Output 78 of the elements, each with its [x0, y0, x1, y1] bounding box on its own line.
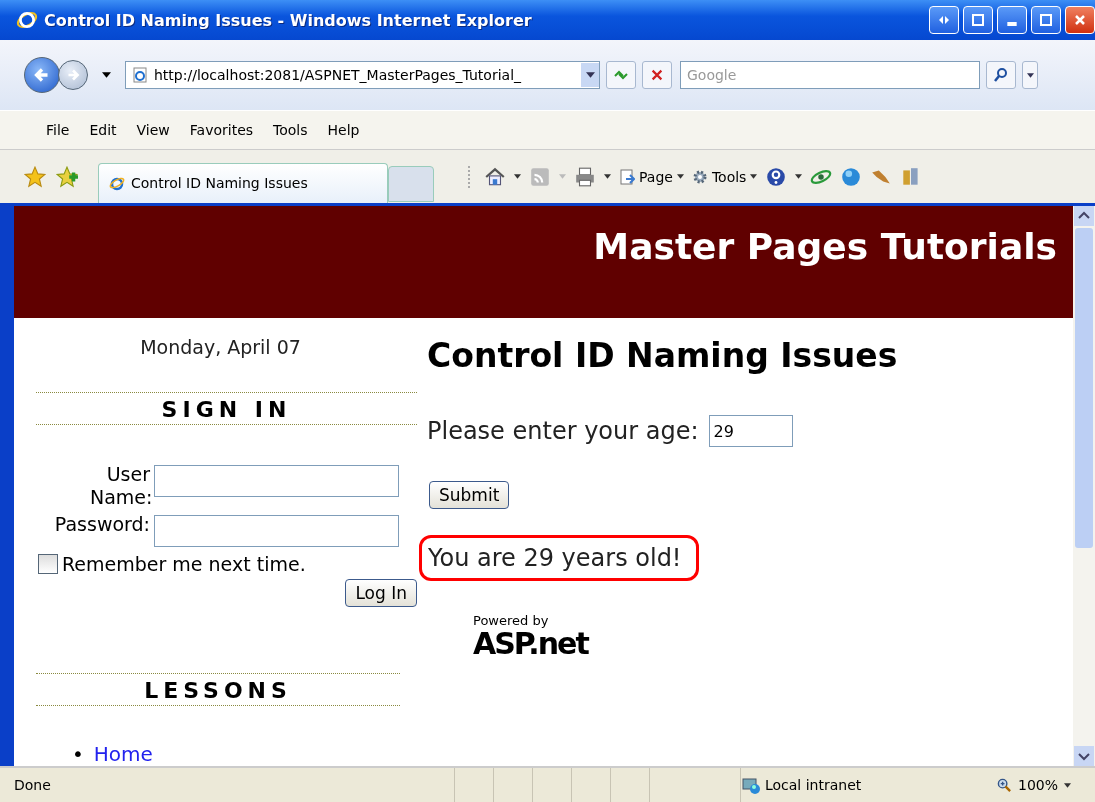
maximize-icon [1040, 14, 1052, 26]
field-label: Password: [53, 513, 150, 536]
home-icon[interactable] [484, 165, 506, 188]
close-icon [650, 68, 664, 82]
toolbar-menu-button[interactable]: Page [619, 168, 684, 185]
browser-logo-icon [16, 9, 38, 31]
restore-tabs-button[interactable] [929, 6, 959, 34]
minimize-icon [1007, 22, 1017, 26]
browser-logo-icon [109, 175, 125, 191]
section-heading: SIGN IN [161, 397, 292, 422]
checkbox-label: Remember me next time. [62, 553, 306, 575]
maximize-button[interactable] [1031, 6, 1061, 34]
caret-icon[interactable] [514, 174, 521, 179]
page-icon [619, 168, 635, 185]
lesson-link[interactable]: Home [93, 742, 153, 766]
aspnet-logo: ASP.net [473, 628, 588, 660]
remember-checkbox[interactable] [38, 554, 58, 574]
menu-item[interactable]: View [136, 122, 170, 138]
zoom-button[interactable]: 100% [990, 776, 1077, 794]
caret-icon [750, 174, 758, 179]
caret-icon [676, 174, 684, 179]
close-button[interactable] [1065, 6, 1095, 34]
site-title: Master Pages Tutorials [593, 226, 1057, 267]
menu-item[interactable]: Favorites [189, 122, 254, 138]
back-button[interactable] [24, 57, 60, 93]
caret-icon[interactable] [585, 72, 595, 78]
age-field[interactable]: 29 [708, 415, 793, 447]
caret-icon[interactable] [102, 72, 111, 78]
globe-icon[interactable] [840, 165, 863, 188]
submit-button[interactable]: Submit [429, 481, 510, 509]
search-options-button[interactable] [1022, 61, 1038, 89]
caret-icon[interactable] [604, 174, 611, 179]
password-field[interactable] [154, 515, 399, 547]
age-label: Please enter your age: [427, 417, 699, 445]
search-icon [993, 67, 1009, 83]
browser-tab[interactable]: Control ID Naming Issues [98, 162, 388, 203]
scroll-up-icon[interactable] [1074, 206, 1094, 226]
result-message: You are 29 years old! [419, 535, 699, 581]
help-icon[interactable] [765, 165, 788, 188]
minimize-button[interactable] [997, 6, 1027, 34]
close-icon [1074, 14, 1086, 26]
menu-item[interactable]: Tools [273, 122, 308, 138]
star-icon[interactable] [24, 165, 46, 188]
bullet: • [72, 742, 84, 766]
toolbar-menu-button[interactable]: Tools [691, 168, 758, 185]
status-text: Done [13, 777, 52, 793]
add-favorite-icon[interactable] [56, 165, 78, 188]
print-icon[interactable] [574, 165, 596, 188]
window-title: Control ID Naming Issues - Windows Internet Explorer [44, 10, 533, 30]
window-icon [972, 14, 984, 26]
network-icon [740, 775, 761, 795]
section-heading: LESSONS [144, 678, 292, 703]
window-button[interactable] [963, 6, 993, 34]
search-field[interactable]: Google [680, 61, 980, 89]
caret-icon [1064, 782, 1071, 788]
stop-button[interactable] [642, 61, 672, 89]
menu-item[interactable]: File [46, 122, 70, 138]
menu-item[interactable]: Help [327, 122, 360, 138]
page-heading: Control ID Naming Issues [427, 336, 898, 375]
zoom-icon [996, 777, 1012, 793]
menu-item[interactable]: Edit [89, 122, 117, 138]
scroll-down-icon[interactable] [1074, 746, 1094, 766]
caret-icon [1026, 72, 1034, 78]
forward-button[interactable] [58, 60, 88, 90]
username-field[interactable] [154, 465, 399, 497]
scrollbar[interactable] [1073, 206, 1095, 766]
double-arrow-icon [938, 14, 950, 26]
zone-text: Local intranet [764, 777, 862, 793]
powered-by-text: Powered by [473, 613, 550, 628]
address-field[interactable]: http://localhost:2081/ASPNET_MasterPages_Tutorial_ [125, 61, 600, 89]
caret-icon[interactable] [795, 174, 803, 179]
field-label: User Name: [89, 463, 150, 509]
refresh-button[interactable] [606, 61, 636, 89]
page-icon [132, 67, 148, 83]
date-text: Monday, April 07 [139, 336, 302, 358]
login-button[interactable]: Log In [345, 579, 417, 607]
search-button[interactable] [986, 61, 1016, 89]
gear-icon [691, 168, 708, 185]
